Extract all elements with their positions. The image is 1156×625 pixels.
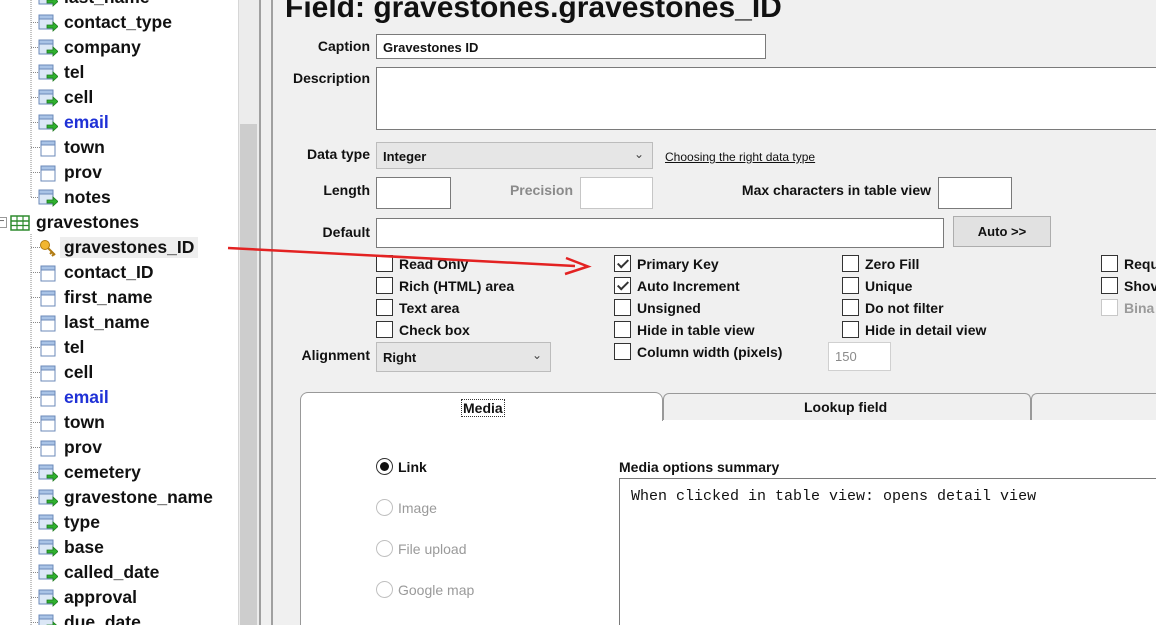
annotation-arrow <box>227 246 592 276</box>
app-window: − last_namecontact_typecompanytelcellema… <box>0 0 1156 625</box>
